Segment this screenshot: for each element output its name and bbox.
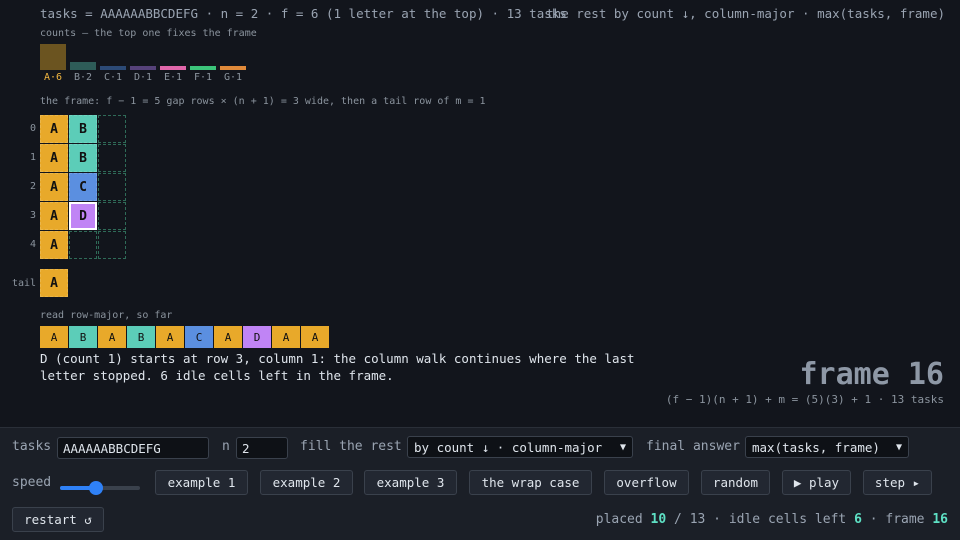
random-button[interactable]: random — [701, 470, 770, 495]
frame-label: · frame — [869, 512, 925, 527]
header-strategy: the rest by count ↓, column-major · max(… — [546, 6, 945, 21]
example-3-button[interactable]: example 3 — [364, 470, 457, 495]
header: tasks = AAAAAABBCDEFG · n = 2 · f = 6 (1… — [40, 6, 945, 22]
frame-caption: the frame: f − 1 = 5 gap rows × (n + 1) … — [40, 96, 486, 107]
sequence-cell: A — [156, 326, 184, 348]
frame-cell: B — [69, 115, 97, 143]
frame-cell: A — [40, 269, 68, 297]
frame-count: 16 — [932, 512, 948, 527]
frame-cell: A — [40, 231, 68, 259]
speed-thumb[interactable] — [89, 481, 103, 495]
chevron-down-icon: ▼ — [895, 441, 902, 453]
count-bar — [40, 44, 66, 70]
sequence-cell: A — [214, 326, 242, 348]
frame-cell-empty — [69, 231, 97, 259]
restart-button[interactable]: restart ↺ — [12, 507, 104, 532]
speed-slider[interactable] — [60, 481, 140, 495]
count-bar — [160, 66, 186, 70]
tail-label: tail — [12, 278, 37, 289]
fill-label: fill the rest — [300, 439, 402, 454]
frame-cell: C — [69, 173, 97, 201]
example-2-button[interactable]: example 2 — [260, 470, 353, 495]
status-line: placed 10 / 13 · idle cells left 6 · fra… — [596, 512, 948, 527]
count-bar — [190, 66, 216, 70]
n-label: n — [222, 439, 230, 454]
fill-select[interactable]: by count ↓ · column-major ▼ — [407, 436, 633, 458]
play-button[interactable]: ▶ play — [782, 470, 851, 495]
sequence-cell: A — [272, 326, 300, 348]
frame-cell: B — [69, 144, 97, 172]
frame-title: frame 16 — [799, 357, 945, 392]
row-index-label: 4 — [29, 239, 36, 250]
idle-count: 6 — [854, 512, 862, 527]
sequence-cell: D — [243, 326, 271, 348]
tasks-input[interactable]: AAAAAABBCDEFG — [57, 437, 209, 459]
example-1-button[interactable]: example 1 — [155, 470, 248, 495]
row-index-label: 1 — [29, 152, 36, 163]
sequence-cell: B — [127, 326, 155, 348]
step-button[interactable]: step ▸ — [863, 470, 932, 495]
header-summary: tasks = AAAAAABBCDEFG · n = 2 · f = 6 (1… — [40, 6, 567, 21]
count-label: C·1 — [103, 72, 123, 83]
fill-select-value: by count ↓ · column-major — [414, 439, 603, 455]
frame-cell: D — [69, 202, 97, 230]
sequence-cell: C — [185, 326, 213, 348]
count-label: F·1 — [193, 72, 213, 83]
speed-label: speed — [12, 475, 52, 490]
sequence-cell: A — [40, 326, 68, 348]
control-panel: tasks AAAAAABBCDEFG n 2 fill the rest by… — [0, 427, 960, 540]
count-label: E·1 — [163, 72, 183, 83]
frame-cell-empty — [98, 115, 126, 143]
count-bar — [70, 62, 96, 70]
explanation-text: D (count 1) starts at row 3, column 1: t… — [40, 351, 635, 383]
placed-label: placed — [595, 512, 643, 527]
frame-cell-empty — [98, 173, 126, 201]
count-label: B·2 — [73, 72, 93, 83]
count-label: D·1 — [133, 72, 153, 83]
frame-cell: A — [40, 144, 68, 172]
frame-cell: A — [40, 115, 68, 143]
frame-cell-empty — [98, 144, 126, 172]
sequence-cell: A — [98, 326, 126, 348]
count-label: G·1 — [223, 72, 243, 83]
row-index-label: 0 — [29, 123, 36, 134]
frame-formula: (f − 1)(n + 1) + m = (5)(3) + 1 · 13 tas… — [665, 393, 944, 406]
final-select-value: max(tasks, frame) — [752, 439, 880, 455]
counts-caption: counts — the top one fixes the frame — [40, 28, 257, 39]
n-input[interactable]: 2 — [236, 437, 288, 459]
placed-sep: / — [674, 512, 682, 527]
readout-caption: read row-major, so far — [40, 310, 173, 321]
final-select[interactable]: max(tasks, frame) ▼ — [745, 436, 909, 458]
frame-cell-empty — [98, 202, 126, 230]
row-index-label: 3 — [29, 210, 36, 221]
placed-count: 10 — [650, 512, 667, 527]
count-bar — [220, 66, 246, 70]
frame-cell: A — [40, 173, 68, 201]
counts-chart: A·6 B·2 C·1 D·1 E·1 F·1 G·1 — [40, 40, 260, 86]
total-count: 13 — [689, 512, 706, 527]
chevron-down-icon: ▼ — [619, 441, 626, 453]
tasks-label: tasks — [12, 439, 52, 454]
sequence-cell: B — [69, 326, 97, 348]
count-bar — [100, 66, 126, 70]
final-label: final answer — [646, 439, 740, 454]
sequence-cell: A — [301, 326, 329, 348]
wrap-case-button[interactable]: the wrap case — [469, 470, 592, 495]
frame-cell: A — [40, 202, 68, 230]
frame-cell-empty — [98, 231, 126, 259]
count-bar — [130, 66, 156, 70]
row-index-label: 2 — [29, 181, 36, 192]
count-label: A·6 — [43, 72, 63, 83]
overflow-button[interactable]: overflow — [604, 470, 689, 495]
idle-label: · idle cells left — [713, 512, 847, 527]
